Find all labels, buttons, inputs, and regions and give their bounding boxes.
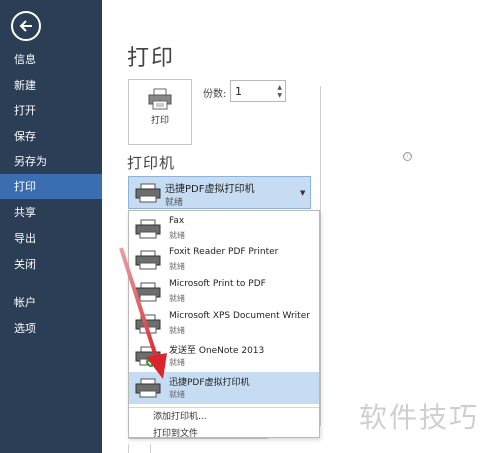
printer-icon — [135, 183, 161, 203]
copies-label: 份数: — [203, 89, 227, 100]
dropdown-separator — [129, 407, 319, 408]
nav-options[interactable]: 选项 — [0, 316, 102, 341]
printer-icon — [148, 88, 172, 110]
print-button-label: 打印 — [150, 116, 169, 126]
printer-option-name: Microsoft Print to PDF — [169, 279, 266, 289]
backstage-sidebar: 信息 新建 打开 保存 另存为 打印 共享 导出 关闭 帐户 选项 — [0, 0, 102, 453]
print-to-file-option[interactable]: 打印到文件 — [153, 426, 198, 439]
copies-stepper[interactable]: 1 ▲ ▼ — [230, 80, 286, 102]
divider — [320, 86, 321, 426]
nav-open[interactable]: 打开 — [0, 98, 102, 123]
back-button[interactable] — [11, 11, 41, 41]
printer-option-name: Microsoft XPS Document Writer — [169, 311, 310, 321]
print-button[interactable]: 打印 — [128, 79, 192, 145]
nav-print[interactable]: 打印 — [0, 174, 102, 199]
printer-option-name: Foxit Reader PDF Printer — [169, 247, 279, 257]
printer-section-title: 打印机 — [127, 154, 176, 172]
add-printer-link[interactable]: 添加打印机... — [153, 409, 207, 422]
copies-value: 1 — [235, 85, 242, 98]
nav-save-as[interactable]: 另存为 — [0, 149, 102, 174]
divider — [150, 444, 151, 453]
watermark-text: 软件技巧 — [359, 401, 480, 434]
chevron-down-icon[interactable]: ▼ — [277, 92, 282, 99]
nav-save[interactable]: 保存 — [0, 124, 102, 149]
selected-printer-name: 迅捷PDF虚拟打印机 — [165, 184, 255, 195]
page-title: 打印 — [127, 46, 176, 71]
printer-option-name: 发送至 OneNote 2013 — [169, 346, 265, 356]
printer-option-name: Fax — [169, 216, 185, 226]
printer-option-name: 迅捷PDF虚拟打印机 — [169, 378, 250, 388]
printer-option-fax[interactable]: Fax 就绪 — [129, 213, 319, 245]
dropdown-arrow-icon: ▼ — [300, 189, 306, 197]
nav-new[interactable]: 新建 — [0, 73, 102, 98]
divider — [128, 444, 129, 453]
printer-icon — [135, 219, 161, 239]
red-arrow-annotation — [119, 247, 167, 379]
chevron-up-icon[interactable]: ▲ — [277, 84, 282, 91]
nav-close[interactable]: 关闭 — [0, 252, 102, 277]
selected-printer-status: 就绪 — [165, 198, 184, 208]
nav-account[interactable]: 帐户 — [0, 290, 102, 315]
printer-select[interactable]: 迅捷PDF虚拟打印机 就绪 ▼ — [128, 176, 311, 209]
nav-export[interactable]: 导出 — [0, 226, 102, 251]
back-arrow-icon — [19, 20, 32, 32]
nav-info[interactable]: 信息 — [0, 47, 102, 72]
nav-share[interactable]: 共享 — [0, 200, 102, 225]
info-icon[interactable]: ⓘ — [403, 152, 412, 161]
printer-option-status: 就绪 — [169, 231, 185, 240]
